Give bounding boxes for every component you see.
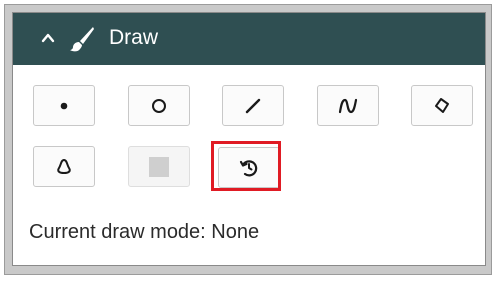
line-icon: [245, 98, 261, 113]
rectangle-icon: [149, 156, 169, 177]
point-icon: [60, 102, 68, 109]
draw-freehand-button[interactable]: [317, 85, 379, 126]
draw-mode-status: Current draw mode: None: [29, 221, 260, 243]
undo-icon: [239, 159, 258, 176]
polygon-icon: [435, 97, 449, 113]
draw-polygon-button[interactable]: [411, 85, 473, 126]
draw-panel: Draw Current draw mode: None: [12, 12, 486, 266]
undo-button[interactable]: [218, 147, 280, 188]
draw-circle-button[interactable]: [128, 85, 190, 126]
draw-freehand-polygon-button[interactable]: [33, 146, 95, 187]
paintbrush-icon: [70, 27, 94, 52]
circle-icon: [152, 98, 166, 113]
freehand-icon: [338, 98, 358, 113]
draw-line-button[interactable]: [222, 85, 284, 126]
freehand-polygon-icon: [57, 158, 71, 174]
panel-header[interactable]: Draw: [13, 13, 485, 65]
chevron-up-icon[interactable]: [41, 31, 55, 45]
panel-title: Draw: [109, 26, 159, 49]
draw-point-button[interactable]: [33, 85, 95, 126]
draw-rectangle-button: [128, 146, 190, 187]
draw-widget-frame: Draw Current draw mode: None: [4, 4, 492, 275]
